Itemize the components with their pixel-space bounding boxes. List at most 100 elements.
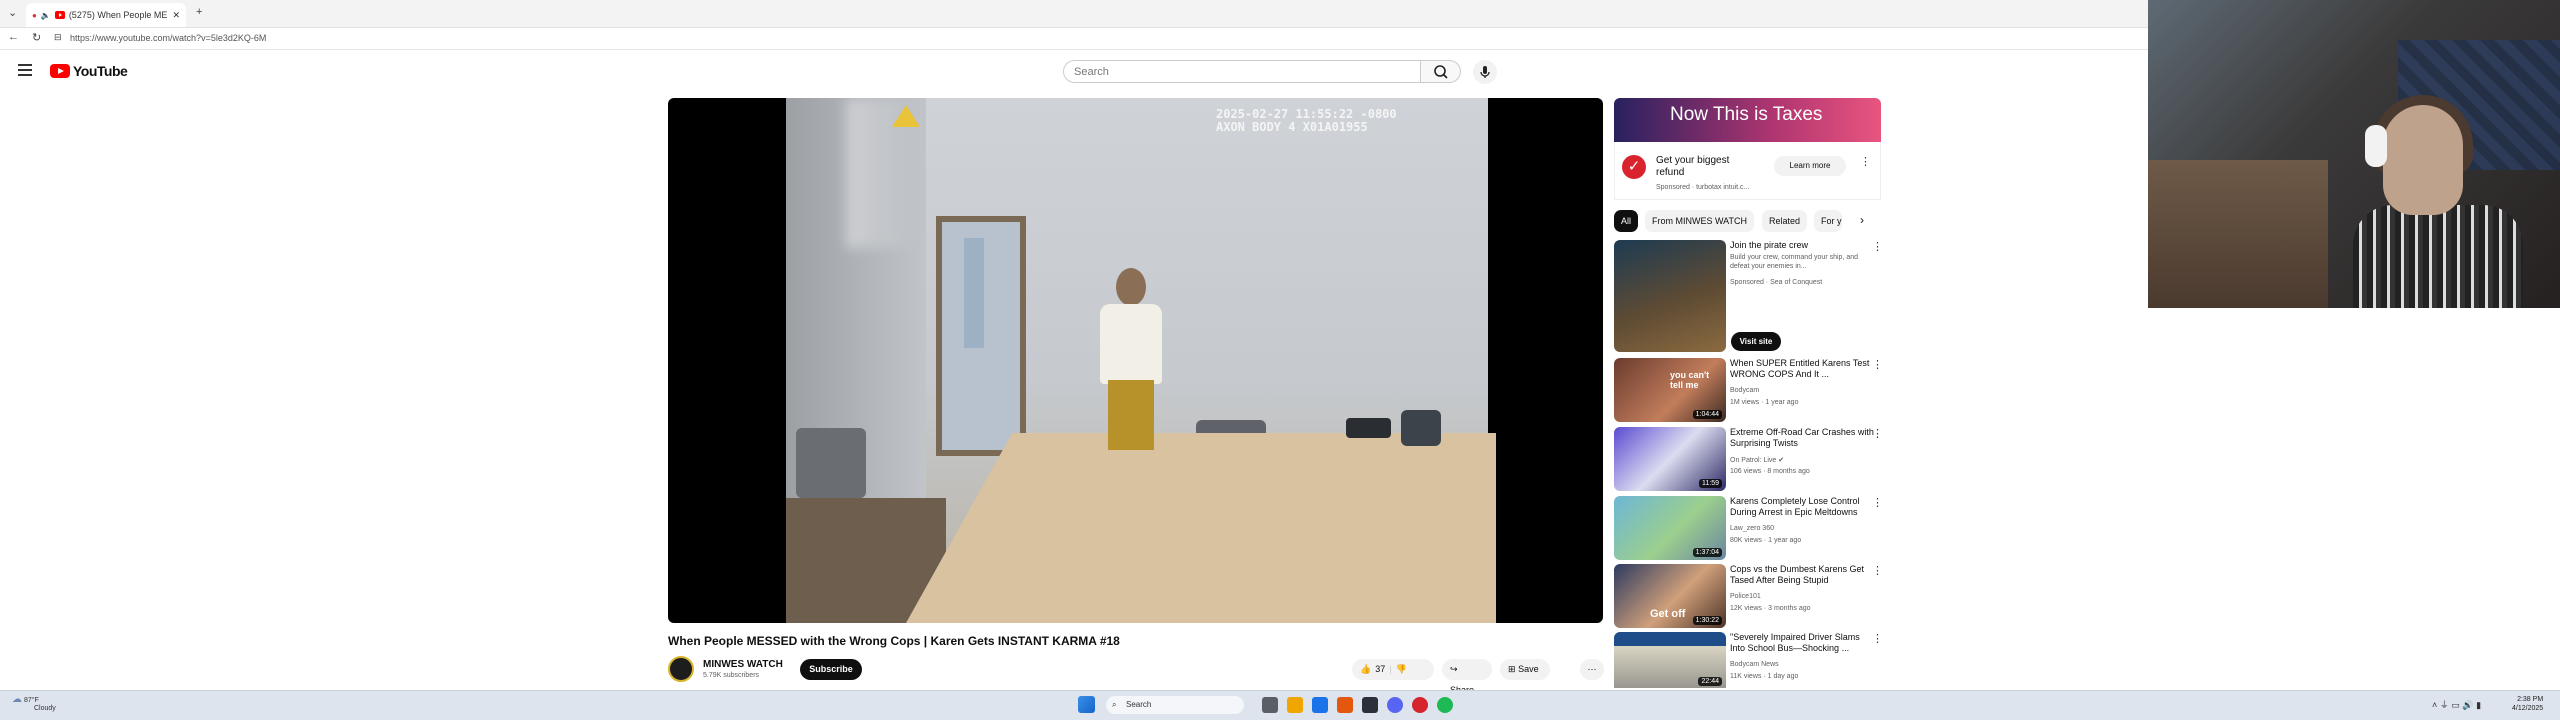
site-info-icon[interactable]: ⊟ [54,32,62,43]
recommendation-item[interactable]: you can't tell me 1:04:44 When SUPER Ent… [1614,358,1884,424]
recommendation-thumbnail[interactable] [1614,240,1726,352]
chips-next-chevron-icon[interactable]: › [1860,213,1864,227]
microphone-icon [1480,66,1490,78]
video-door-window [964,238,984,348]
learn-more-button[interactable]: Learn more [1774,156,1846,176]
bodycam-timestamp-line2: AXON BODY 4 X01A01955 [1216,120,1368,134]
url-field[interactable]: https://www.youtube.com/watch?v=5le3d2KQ… [70,33,266,43]
reload-icon[interactable]: ↻ [32,31,41,44]
recommendation-channel: On Patrol: Live ✔ [1730,456,1784,464]
hamburger-menu-icon[interactable] [18,64,32,76]
tab-close-icon[interactable]: ✕ [172,10,180,21]
recommendation-channel: Bodycam News [1730,661,1779,668]
recommendation-title[interactable]: Extreme Off-Road Car Crashes with Surpri… [1730,427,1875,449]
recommendation-kebab-icon[interactable]: ⋮ [1872,564,1883,577]
recommendation-thumbnail[interactable]: you can't tell me 1:04:44 [1614,358,1726,422]
app-icon[interactable] [1362,697,1378,713]
duration-badge: 1:04:44 [1692,410,1722,419]
turbotax-check-icon: ✓ [1622,155,1646,179]
voice-search-button[interactable] [1473,60,1497,84]
share-icon: ↪ [1450,664,1458,674]
video-person-head [1116,268,1146,306]
video-player[interactable]: 2025-02-27 11:55:22 -0800 AXON BODY 4 X0… [668,98,1603,623]
recommendation-kebab-icon[interactable]: ⋮ [1872,496,1883,509]
recommendation-meta: 1M views · 1 year ago [1730,399,1799,406]
browser-icon[interactable] [1312,697,1328,713]
search-input[interactable]: Search [1063,60,1421,83]
clock-time: 2:38 PM [2517,696,2544,703]
usb-icon[interactable]: ⏚ [2440,700,2449,710]
verified-check-icon: ✔ [1778,457,1785,464]
recommendation-title[interactable]: Cops vs the Dumbest Karens Get Tased Aft… [1730,564,1875,586]
subscribe-button[interactable]: Subscribe [800,659,862,680]
recommendation-channel: Police101 [1730,593,1761,600]
taskbar-clock[interactable]: 2:38 PM 4/12/2025 [2512,695,2543,713]
recommendation-title[interactable]: Join the pirate crew [1730,240,1875,251]
recommendation-kebab-icon[interactable]: ⋮ [1872,358,1883,371]
more-actions-button[interactable]: ⋯ [1580,659,1604,680]
taskbar-search[interactable]: ⌕ Search [1106,696,1244,714]
recommendation-title[interactable]: When SUPER Entitled Karens Test WRONG CO… [1730,358,1875,380]
youtube-logo[interactable]: YouTube [50,63,128,79]
spotify-icon[interactable] [1437,697,1453,713]
ad-headline[interactable]: Get your biggest refund [1656,155,1746,179]
mute-icon[interactable]: 🔈 [41,11,51,20]
recommendation-thumbnail[interactable]: 22:44 [1614,632,1726,688]
duration-badge: 1:37:04 [1692,548,1722,557]
recommendation-thumbnail[interactable]: Get off 1:30:22 [1614,564,1726,628]
address-bar: ← ↻ ⊟ https://www.youtube.com/watch?v=5l… [0,28,2148,50]
task-view-icon[interactable] [1262,697,1278,713]
bookmark-icon: ⊞ [1508,664,1516,674]
like-count: 37 [1375,664,1386,674]
recommendation-kebab-icon[interactable]: ⋮ [1872,632,1883,645]
discord-icon[interactable] [1387,697,1403,713]
volume-icon[interactable]: 🔊 [2462,700,2473,710]
recommendation-kebab-icon[interactable]: ⋮ [1872,240,1883,253]
chip-all[interactable]: All [1614,210,1639,232]
recommendation-kebab-icon[interactable]: ⋮ [1872,427,1883,440]
recommendation-channel: Law_zero 360 [1730,525,1774,532]
file-explorer-icon[interactable] [1287,697,1303,713]
office-icon[interactable] [1337,697,1353,713]
ad-kebab-icon[interactable]: ⋮ [1860,157,1871,168]
chip-related[interactable]: Related [1762,210,1808,232]
logo-text: YouTube [73,63,128,79]
weather-widget[interactable]: ☁ 87°F Cloudy [12,695,56,713]
recommendation-meta: 12K views · 3 months ago [1730,605,1811,612]
recommendation-item[interactable]: 11:59 Extreme Off-Road Car Crashes with … [1614,427,1884,493]
tab-list-chevron-icon[interactable]: ⌄ [8,6,17,19]
video-chair-left [796,428,866,498]
start-windows-icon[interactable] [1078,696,1095,713]
channel-name[interactable]: MINWES WATCH [703,659,783,670]
tray-overflow-icon[interactable]: ˄ [2432,700,2437,710]
back-arrow-icon[interactable]: ← [8,31,19,43]
save-label: Save [1518,664,1539,674]
obs-icon[interactable] [1412,697,1428,713]
video-person [1086,268,1176,458]
dislike-button[interactable]: 👎 [1396,659,1407,680]
chip-for-you[interactable]: For y [1814,210,1842,232]
new-tab-icon[interactable]: + [196,6,202,18]
battery-icon[interactable]: ▮ [2476,700,2481,710]
search-button[interactable] [1421,60,1461,83]
like-button[interactable]: 👍 37 [1360,659,1385,680]
visit-site-button[interactable]: Visit site [1731,332,1781,351]
youtube-favicon-icon [54,11,65,19]
recommendation-title[interactable]: "Severely Impaired Driver Slams Into Sch… [1730,632,1875,654]
channel-avatar[interactable] [668,656,694,682]
recommendation-item[interactable]: 1:37:04 Karens Completely Lose Control D… [1614,496,1884,562]
save-button[interactable]: ⊞ Save [1500,659,1550,680]
recommendation-item[interactable]: 22:44 "Severely Impaired Driver Slams In… [1614,632,1884,688]
network-icon[interactable]: ▭ [2451,700,2460,710]
recommendation-thumbnail[interactable]: 11:59 [1614,427,1726,491]
share-button[interactable]: ↪ Share [1442,659,1492,695]
browser-tab-active[interactable]: ● 🔈 (5275) When People MESSED ✕ [26,3,186,27]
recommendation-meta: 11K views · 1 day ago [1730,673,1799,680]
recommendation-title[interactable]: Karens Completely Lose Control During Ar… [1730,496,1875,518]
recommendation-channel: Sponsored · Sea of Conquest [1730,279,1823,286]
recommendation-meta: 80K views · 1 year ago [1730,537,1802,544]
chip-from-channel[interactable]: From MINWES WATCH [1645,210,1754,232]
like-divider: | [1389,664,1392,674]
recommendation-item[interactable]: Get off 1:30:22 Cops vs the Dumbest Kare… [1614,564,1884,630]
recommendation-thumbnail[interactable]: 1:37:04 [1614,496,1726,560]
